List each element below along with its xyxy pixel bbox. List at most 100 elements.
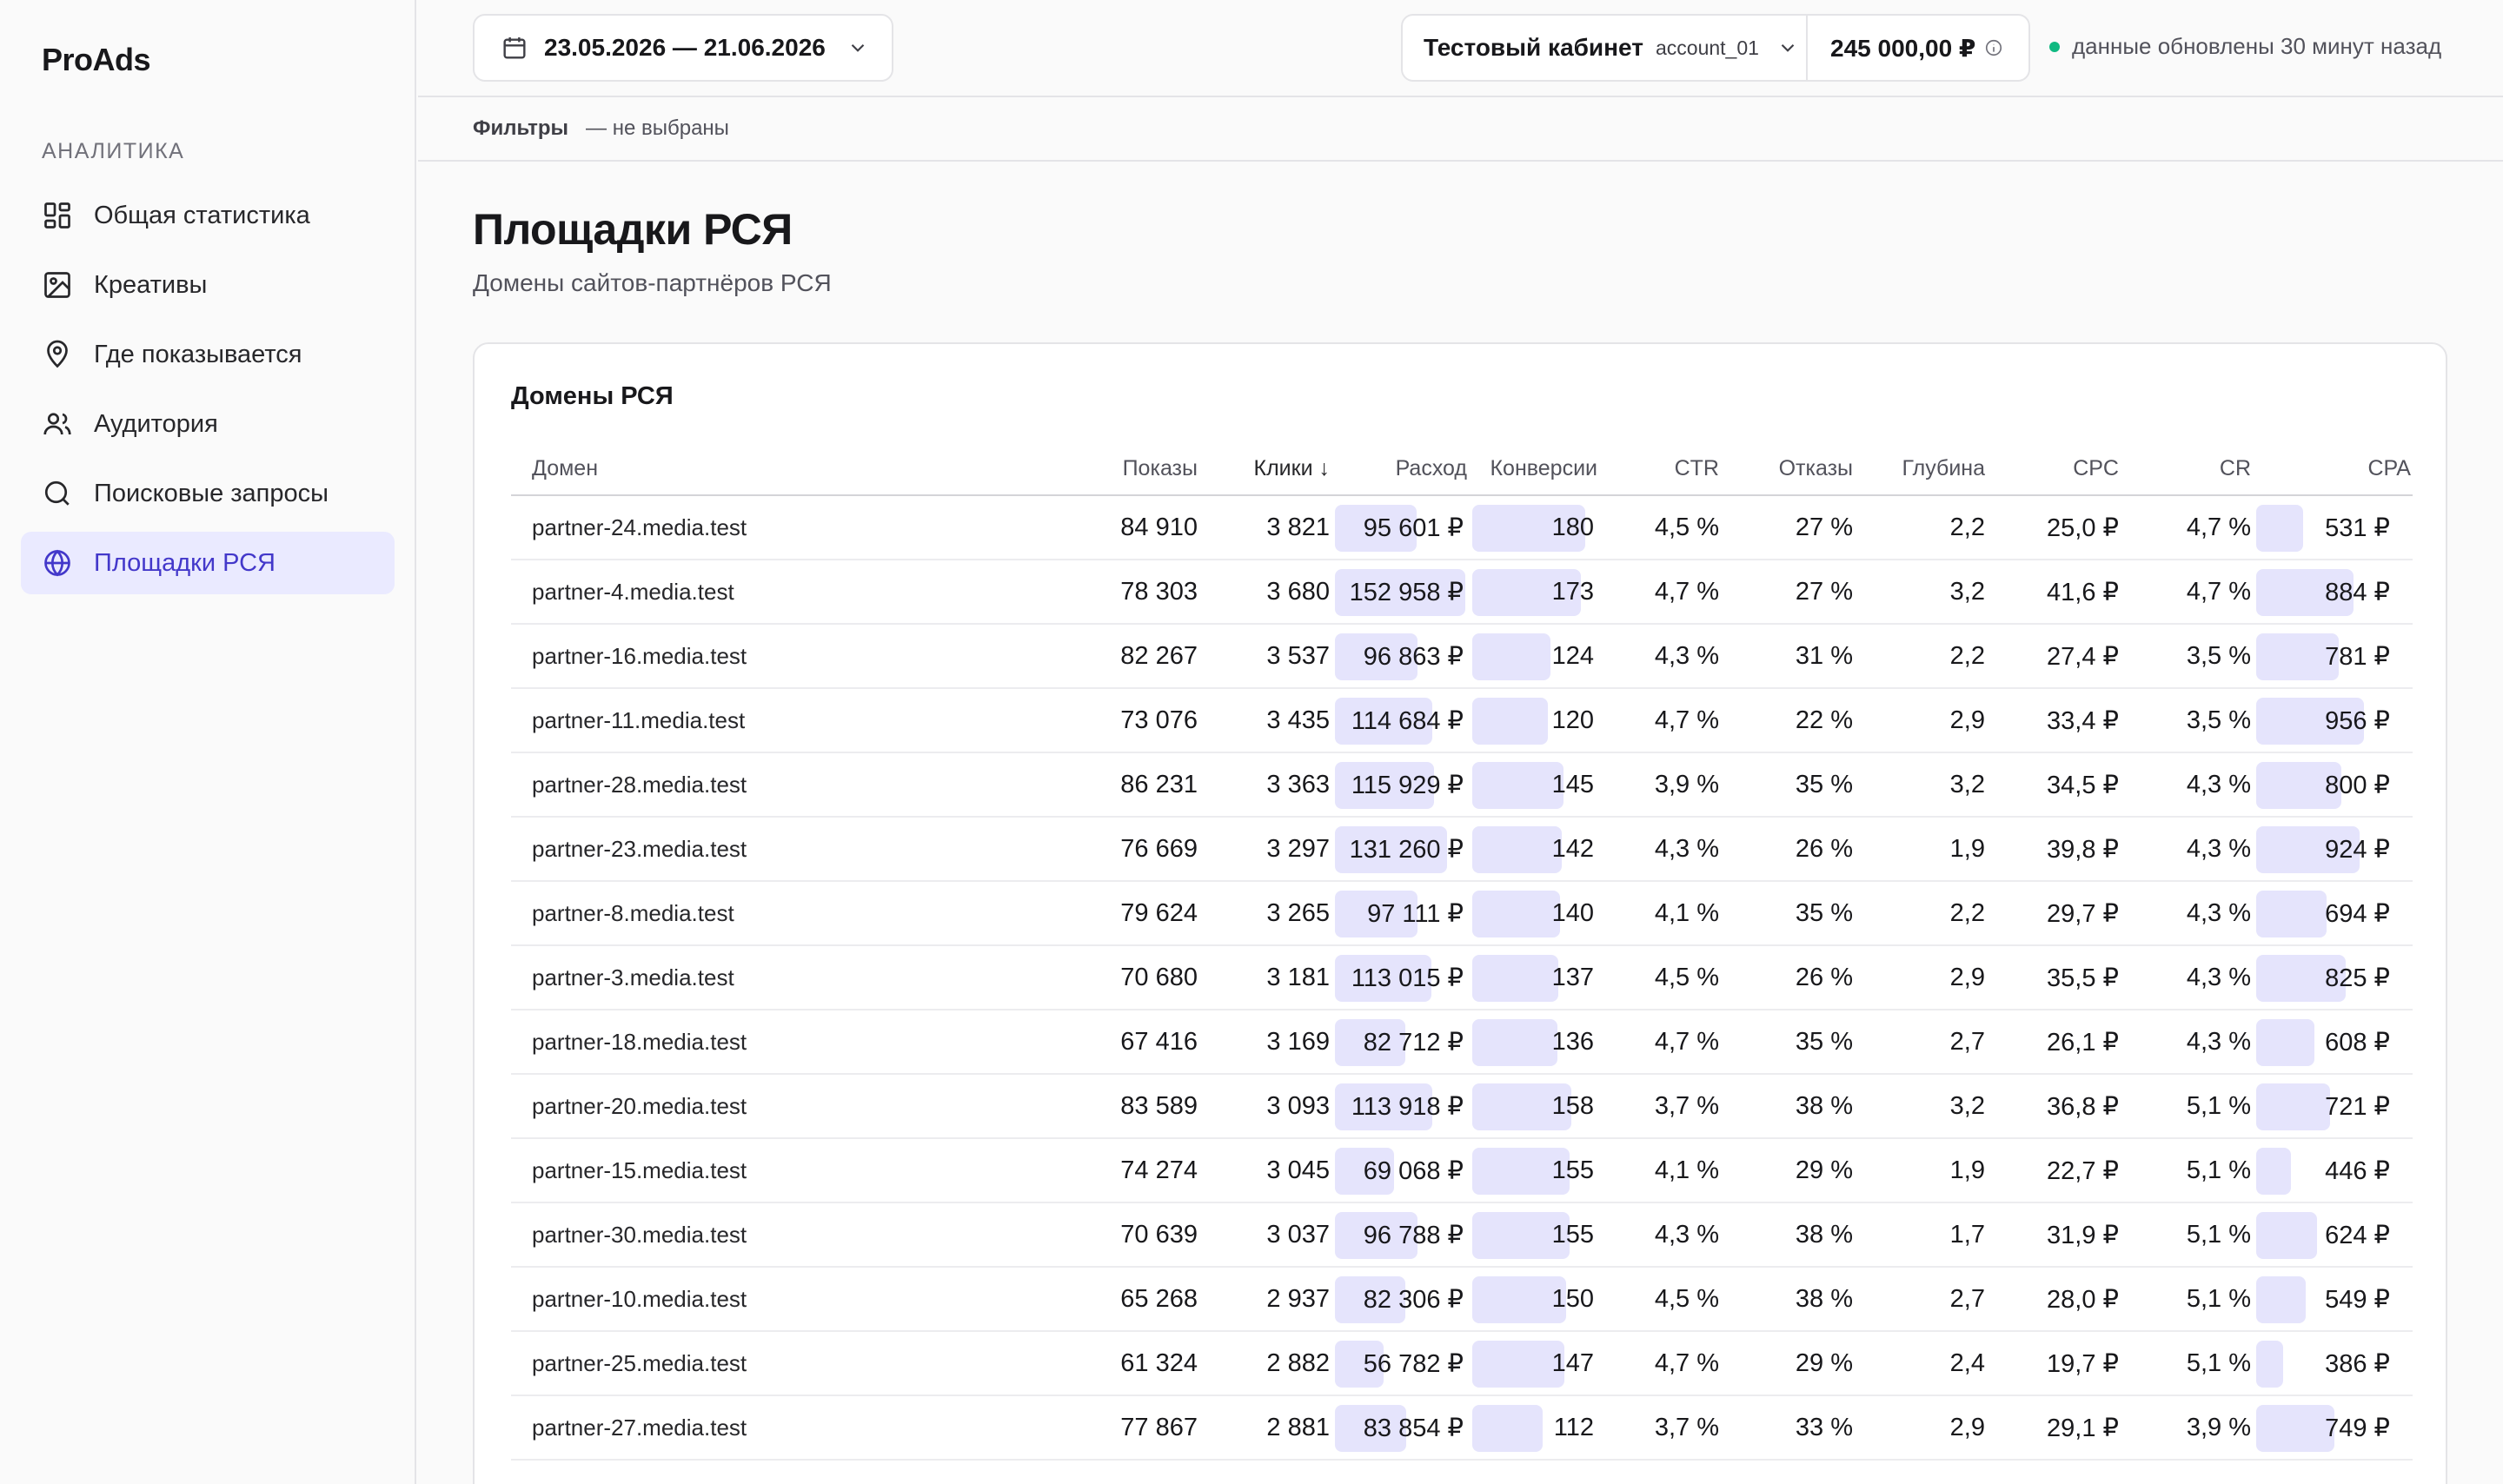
cell-depth: 1,7 [1855, 1202, 1987, 1268]
cell-spend: 97 111 ₽ [1331, 881, 1469, 946]
account-balance: 245 000,00 ₽ [1808, 34, 2003, 63]
cell-cpa-value: 386 ₽ [2325, 1349, 2390, 1378]
sidebar-item-rsya-sites[interactable]: Площадки РСЯ [21, 532, 395, 594]
table-row[interactable]: partner-30.media.test 70 639 3 037 96 788 ₽… [511, 1202, 2413, 1268]
sidebar-item-search-queries[interactable]: Поисковые запросы [21, 462, 395, 525]
cell-cpc: 26,1 ₽ [1987, 1010, 2121, 1075]
cell-spend-value: 131 260 ₽ [1349, 835, 1464, 864]
cell-ctr: 4,7 % [1599, 560, 1721, 625]
table-row[interactable]: partner-3.media.test 70 680 3 181 113 015 ₽… [511, 945, 2413, 1010]
cell-conversions: 180 [1469, 495, 1599, 560]
topbar: 23.05.2026 — 21.06.2026 Тестовый кабинет… [418, 0, 2503, 97]
cell-cr: 4,7 % [2121, 495, 2253, 560]
sidebar-item-geo[interactable]: Где показывается [21, 323, 395, 386]
sidebar-item-audience[interactable]: Аудитория [21, 393, 395, 455]
cell-spend-value: 113 015 ₽ [1351, 964, 1464, 992]
table-row[interactable]: partner-23.media.test 76 669 3 297 131 260 … [511, 817, 2413, 882]
cell-bounces: 35 % [1721, 752, 1855, 818]
cell-cpa-value: 531 ₽ [2325, 513, 2390, 542]
cell-clicks: 2 882 [1199, 1331, 1331, 1396]
sidebar-item-creatives[interactable]: Креативы [21, 254, 395, 316]
table-row[interactable]: partner-27.media.test 77 867 2 881 83 854 ₽… [511, 1395, 2413, 1461]
sidebar-item-label: Креативы [94, 270, 208, 299]
cell-conversions: 155 [1469, 1202, 1599, 1268]
cell-cpa-value: 749 ₽ [2325, 1414, 2390, 1442]
cell-cpc: 19,7 ₽ [1987, 1331, 2121, 1396]
column-header-ctr[interactable]: CTR [1599, 443, 1721, 496]
sidebar-item-label: Площадки РСЯ [94, 548, 276, 577]
table-row[interactable]: partner-15.media.test 74 274 3 045 69 068 ₽… [511, 1138, 2413, 1203]
cell-cpa-value: 884 ₽ [2325, 578, 2390, 606]
cell-conversions: 124 [1469, 624, 1599, 689]
cell-conversions-value: 142 [1551, 834, 1594, 863]
cell-shows: 86 231 [1092, 752, 1199, 818]
cell-shows: 70 639 [1092, 1202, 1199, 1268]
cell-conversions-value: 180 [1551, 513, 1594, 541]
cell-depth: 1,9 [1855, 1138, 1987, 1203]
column-header-shows[interactable]: Показы [1092, 443, 1199, 496]
column-header-depth[interactable]: Глубина [1855, 443, 1987, 496]
column-header-cr[interactable]: CR [2121, 443, 2253, 496]
page-subtitle: Домены сайтов-партнёров РСЯ [473, 269, 832, 296]
cell-cr: 4,3 % [2121, 881, 2253, 946]
table-row[interactable]: partner-28.media.test 86 231 3 363 115 929 … [511, 752, 2413, 818]
column-header-cpa[interactable]: CPA [2253, 443, 2413, 496]
cell-spend: 56 782 ₽ [1331, 1331, 1469, 1396]
cell-cpa-value: 446 ₽ [2325, 1156, 2390, 1185]
info-icon[interactable] [1984, 38, 2003, 57]
table-row[interactable]: partner-11.media.test 73 076 3 435 114 684 … [511, 688, 2413, 753]
column-header-domain[interactable]: Домен [511, 443, 1092, 496]
column-header-bounces[interactable]: Отказы [1721, 443, 1855, 496]
cell-ctr: 4,3 % [1599, 1202, 1721, 1268]
date-range-value: 23.05.2026 — 21.06.2026 [544, 34, 826, 61]
cell-cr: 4,3 % [2121, 1010, 2253, 1075]
cell-domain: partner-3.media.test [511, 945, 1092, 1010]
table-body: partner-24.media.test 84 910 3 821 95 601 ₽… [511, 495, 2413, 1461]
cell-spend-value: 152 958 ₽ [1349, 578, 1464, 606]
cell-shows: 83 589 [1092, 1074, 1199, 1139]
cell-cpc: 39,8 ₽ [1987, 817, 2121, 882]
table-row[interactable]: partner-10.media.test 65 268 2 937 82 306 ₽… [511, 1267, 2413, 1332]
cell-spend: 114 684 ₽ [1331, 688, 1469, 753]
cell-cpc: 29,1 ₽ [1987, 1395, 2121, 1461]
date-range-picker[interactable]: 23.05.2026 — 21.06.2026 [473, 14, 893, 82]
sidebar-item-overview[interactable]: Общая статистика [21, 184, 395, 247]
cell-conversions-value: 140 [1551, 898, 1594, 927]
cell-spend-value: 96 863 ₽ [1363, 642, 1464, 671]
cell-bounces: 27 % [1721, 560, 1855, 625]
cell-conversions-value: 136 [1551, 1027, 1594, 1056]
table-row[interactable]: partner-8.media.test 79 624 3 265 97 111 ₽ 1… [511, 881, 2413, 946]
column-header-spend[interactable]: Расход [1331, 443, 1469, 496]
cell-conversions: 145 [1469, 752, 1599, 818]
cell-conversions-value: 150 [1551, 1284, 1594, 1313]
table-row[interactable]: partner-25.media.test 61 324 2 882 56 782 ₽… [511, 1331, 2413, 1396]
cell-cr: 4,3 % [2121, 945, 2253, 1010]
sidebar-item-label: Общая статистика [94, 201, 310, 229]
cell-cpc: 25,0 ₽ [1987, 495, 2121, 560]
card-title: Домены РСЯ [511, 382, 674, 410]
cell-bounces: 35 % [1721, 881, 1855, 946]
table-row[interactable]: partner-18.media.test 67 416 3 169 82 712 ₽… [511, 1010, 2413, 1075]
table-row[interactable]: partner-4.media.test 78 303 3 680 152 958 ₽… [511, 560, 2413, 625]
account-selector[interactable]: Тестовый кабинет account_01 [1403, 16, 1808, 80]
cell-cpa: 694 ₽ [2253, 881, 2413, 946]
cell-clicks: 2 881 [1199, 1395, 1331, 1461]
table-row[interactable]: partner-16.media.test 82 267 3 537 96 863 ₽… [511, 624, 2413, 689]
cell-cpa-value: 624 ₽ [2325, 1221, 2390, 1249]
app-logo[interactable]: ProAds [42, 42, 151, 78]
cell-bounces: 35 % [1721, 1010, 1855, 1075]
cell-conversions: 140 [1469, 881, 1599, 946]
table-row[interactable]: partner-24.media.test 84 910 3 821 95 601 ₽… [511, 495, 2413, 560]
column-header-conversions[interactable]: Конверсии [1469, 443, 1599, 496]
data-status: данные обновлены 30 минут назад [2049, 33, 2441, 60]
table-row[interactable]: partner-20.media.test 83 589 3 093 113 918 … [511, 1074, 2413, 1139]
column-header-cpc[interactable]: CPC [1987, 443, 2121, 496]
cell-cpc: 34,5 ₽ [1987, 752, 2121, 818]
filters-button[interactable]: Фильтры [473, 116, 568, 141]
cell-conversions: 150 [1469, 1267, 1599, 1332]
column-header-clicks[interactable]: Клики ↓ [1199, 443, 1331, 496]
filters-value: — не выбраны [586, 116, 729, 140]
map-pin-icon [47, 340, 68, 368]
table-header-row: Домен Показы Клики ↓ Расход Конверсии CT… [511, 443, 2413, 496]
status-text: данные обновлены 30 минут назад [2072, 33, 2442, 59]
